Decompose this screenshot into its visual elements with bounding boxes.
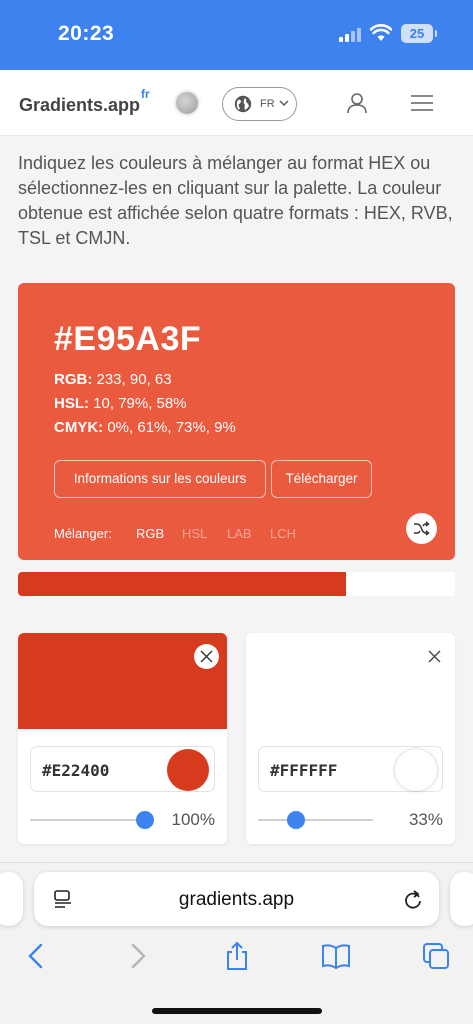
status-bar: 20:23 25 <box>0 0 473 70</box>
battery-icon: 25 <box>401 24 437 43</box>
wifi-icon <box>370 24 392 41</box>
remove-color-1-button[interactable] <box>194 644 219 669</box>
color-panel-2: #FFFFFF 33% <box>246 633 455 844</box>
hamburger-menu-icon[interactable] <box>410 94 434 112</box>
url-text: gradients.app <box>178 889 295 910</box>
remove-color-2-button[interactable] <box>422 644 447 669</box>
color-info-button[interactable]: Informations sur les couleurs <box>54 460 266 498</box>
mix-progress-fill <box>18 572 346 596</box>
weight-percent-1: 100% <box>171 810 215 829</box>
user-account-icon[interactable] <box>346 92 368 114</box>
mix-label: Mélanger: <box>54 526 112 541</box>
logo-locale: fr <box>141 87 150 101</box>
cellular-signal-icon <box>339 26 363 42</box>
status-time: 20:23 <box>58 22 115 45</box>
previous-tab-peek[interactable] <box>0 872 23 926</box>
share-icon[interactable] <box>222 941 252 971</box>
color-panel-1: #E22400 100% <box>18 633 227 844</box>
result-hex: #E95A3F <box>54 320 202 358</box>
site-logo[interactable]: Gradients.appfr <box>19 87 150 116</box>
color-picker-2[interactable] <box>395 749 437 791</box>
rgb-line: RGB: 233, 90, 63 <box>54 371 172 388</box>
slider-thumb-1[interactable] <box>136 811 154 829</box>
weight-percent-2: 33% <box>408 810 443 829</box>
bookmarks-icon[interactable] <box>321 941 351 971</box>
hsl-line: HSL: 10, 79%, 58% <box>54 395 187 412</box>
address-bar[interactable]: gradients.app <box>34 872 439 926</box>
mix-option-rgb[interactable]: RGB <box>136 526 164 541</box>
result-color-card: #E95A3F RGB: 233, 90, 63 HSL: 10, 79%, 5… <box>18 283 455 560</box>
mix-option-lch[interactable]: LCH <box>270 526 296 541</box>
color-picker-1[interactable] <box>167 749 209 791</box>
mix-option-lab[interactable]: LAB <box>227 526 252 541</box>
mix-progress-bar <box>18 572 455 596</box>
reload-icon[interactable] <box>402 888 424 910</box>
weight-slider-1[interactable] <box>30 810 154 830</box>
mix-option-hsl[interactable]: HSL <box>182 526 207 541</box>
globe-icon <box>234 95 252 113</box>
hex-input-1-value: #E22400 <box>42 761 110 780</box>
language-label: FR <box>260 98 275 110</box>
download-button[interactable]: Télécharger <box>271 460 372 498</box>
language-select[interactable]: FR <box>222 87 297 121</box>
back-icon[interactable] <box>22 941 52 971</box>
hex-input-2[interactable]: #FFFFFF <box>258 746 443 792</box>
weight-slider-2[interactable] <box>258 810 373 830</box>
tabs-icon[interactable] <box>421 941 451 971</box>
color-swatch-2[interactable] <box>246 633 455 729</box>
hex-input-2-value: #FFFFFF <box>270 761 338 780</box>
color-swatch-1[interactable] <box>18 633 227 729</box>
theme-toggle-icon[interactable] <box>176 92 198 114</box>
slider-thumb-2[interactable] <box>286 811 305 829</box>
intro-text: Indiquez les couleurs à mélanger au form… <box>18 153 453 248</box>
shuffle-button[interactable] <box>406 513 437 544</box>
forward-icon[interactable] <box>122 941 152 971</box>
close-icon <box>200 650 213 663</box>
home-indicator <box>152 1008 322 1014</box>
chevron-down-icon <box>279 100 289 107</box>
cmyk-line: CMYK: 0%, 61%, 73%, 9% <box>54 419 236 436</box>
next-tab-peek[interactable] <box>450 872 473 926</box>
close-icon <box>428 650 441 663</box>
hex-input-1[interactable]: #E22400 <box>30 746 215 792</box>
shuffle-icon <box>414 521 430 536</box>
site-header: Gradients.appfr FR <box>0 70 473 136</box>
